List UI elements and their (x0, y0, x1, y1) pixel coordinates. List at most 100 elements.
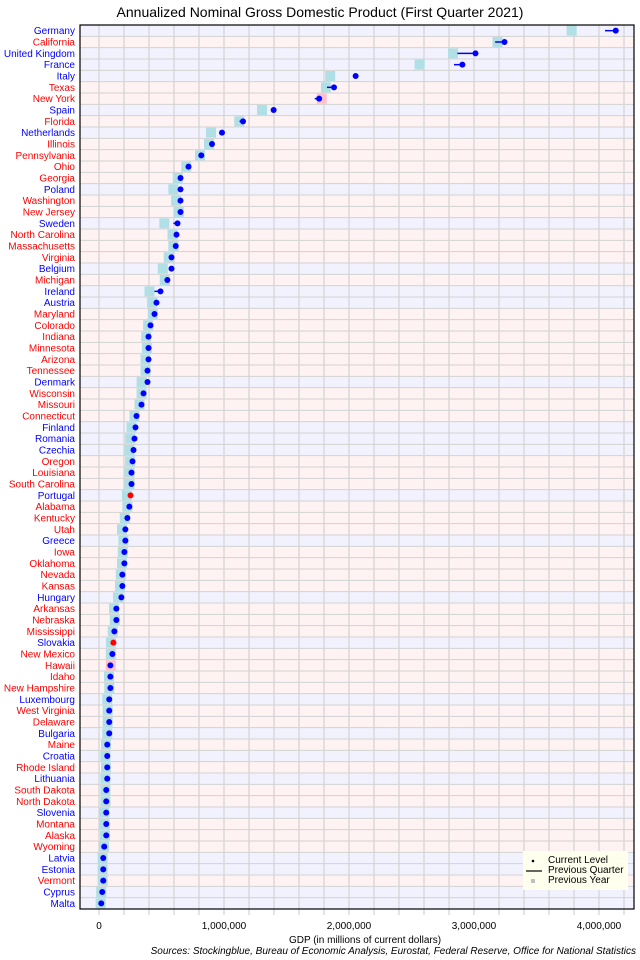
current-dot (104, 764, 111, 771)
y-axis-label: Pennsylvania (16, 151, 76, 162)
row-band (80, 331, 634, 343)
current-dot (209, 141, 215, 147)
row-band (80, 467, 634, 479)
current-dot (140, 390, 147, 397)
current-dot (103, 821, 110, 827)
current-dot (103, 832, 110, 839)
row-band (80, 297, 634, 309)
row-band (80, 138, 634, 150)
current-dot (128, 469, 135, 476)
y-axis-label: North Dakota (16, 797, 75, 808)
y-axis-label: Poland (44, 185, 75, 196)
prev-year-square (159, 218, 170, 229)
row-band (80, 161, 634, 173)
row-band (80, 795, 634, 807)
y-axis-label: Iowa (54, 548, 76, 559)
current-dot (128, 481, 135, 487)
y-axis-label: Michigan (35, 276, 75, 287)
y-axis-label: Nevada (41, 570, 76, 581)
y-axis-label: Mississippi (27, 627, 75, 638)
current-dot (177, 197, 184, 204)
y-axis-label: Wyoming (33, 842, 75, 853)
row-band (80, 897, 634, 909)
y-axis-label: Virginia (42, 253, 76, 264)
current-dot (122, 537, 129, 544)
row-band (80, 455, 634, 467)
y-axis-label: Czechia (39, 446, 76, 457)
row-band (80, 365, 634, 377)
current-dot (153, 299, 160, 306)
current-dot (145, 333, 152, 340)
row-band (80, 557, 634, 569)
row-band (80, 421, 634, 433)
current-dot (104, 775, 111, 782)
y-axis-label: Finland (42, 423, 75, 434)
current-dot (331, 84, 337, 91)
y-axis-label: Vermont (38, 876, 75, 887)
prev-year-square (206, 127, 216, 138)
y-axis-label: Bulgaria (38, 729, 75, 740)
x-tick-label: 1,000,000 (202, 921, 247, 932)
current-dot (147, 322, 154, 329)
current-dot (111, 628, 118, 635)
row-band (80, 659, 634, 671)
row-band (80, 376, 634, 388)
y-axis-label: Slovenia (37, 808, 76, 819)
prev-year-square (257, 105, 267, 115)
current-dot (177, 186, 184, 193)
row-band (80, 489, 634, 501)
y-axis-label: Missouri (38, 400, 75, 411)
current-dot (177, 175, 184, 181)
current-dot (100, 855, 107, 861)
current-dot (103, 798, 110, 805)
current-dot (127, 492, 134, 499)
row-band (80, 433, 634, 445)
y-axis-label: New Jersey (23, 208, 75, 219)
row-band (80, 127, 634, 139)
x-axis-title: GDP (in millions of current dollars) (288, 935, 442, 946)
y-axis-label: Delaware (33, 718, 76, 729)
x-tick-label: 0 (96, 921, 102, 932)
current-dot (168, 254, 175, 261)
row-band (80, 569, 634, 581)
y-axis-label: Utah (54, 525, 75, 536)
y-axis-label: Rhode Island (16, 763, 75, 774)
y-axis-label: Denmark (34, 378, 76, 389)
y-axis-label: Connecticut (22, 412, 75, 423)
row-band (80, 410, 634, 422)
y-axis-label: Massachusetts (8, 242, 75, 253)
current-dot (130, 447, 137, 453)
prev-year-square (448, 48, 458, 59)
current-dot (106, 719, 113, 725)
current-dot (106, 730, 113, 737)
y-axis-label: Arizona (41, 355, 75, 366)
row-band (80, 319, 634, 331)
row-band (80, 399, 634, 411)
y-axis-label: Wisconsin (29, 389, 75, 400)
row-band (80, 829, 634, 841)
row-band (80, 444, 634, 456)
prev-year-square (144, 286, 155, 297)
y-axis-label: Luxembourg (19, 695, 75, 706)
y-axis-label: Netherlands (21, 128, 75, 139)
y-axis-label: Belgium (39, 264, 75, 275)
current-dot (145, 356, 152, 363)
current-dot (164, 277, 171, 283)
current-dot (177, 209, 184, 215)
row-band (80, 240, 634, 252)
row-band (80, 342, 634, 354)
row-band (80, 682, 634, 694)
y-axis-label: Lithuania (34, 774, 75, 785)
y-axis-label: Florida (44, 117, 75, 128)
y-axis-label: Colorado (34, 321, 75, 332)
row-band (80, 523, 634, 535)
current-dot (151, 311, 158, 317)
current-dot (612, 27, 619, 34)
current-dot (109, 651, 116, 657)
row-band (80, 47, 634, 59)
y-axis-label: North Carolina (11, 230, 76, 241)
y-axis-label: United Kingdom (4, 49, 75, 60)
row-band (80, 104, 634, 116)
y-axis-label: South Dakota (14, 786, 75, 797)
y-axis-label: Nebraska (32, 616, 75, 627)
